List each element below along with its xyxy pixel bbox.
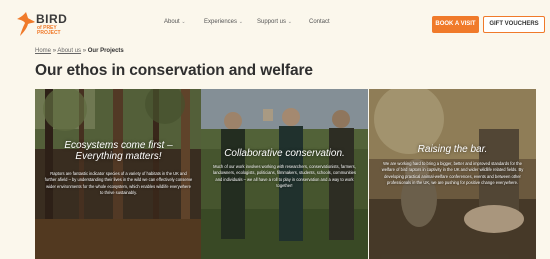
breadcrumb-home[interactable]: Home bbox=[35, 48, 51, 54]
card-ecosystems: Ecosystems come first – Everything matte… bbox=[35, 89, 202, 259]
nav-experiences-label: Experiences bbox=[204, 19, 238, 25]
page-title: Our ethos in conservation and welfare bbox=[35, 62, 313, 79]
card-heading: Collaborative conservation. bbox=[224, 148, 345, 159]
nav-support-us-label: Support us bbox=[257, 19, 287, 25]
card-heading: Ecosystems come first – Everything matte… bbox=[64, 140, 173, 162]
card-collaborative: Collaborative conservation. Much of our … bbox=[201, 89, 368, 259]
logo-wordmark: BIRD bbox=[36, 12, 68, 26]
card-heading: Raising the bar. bbox=[417, 144, 488, 155]
site-logo[interactable]: BIRD of PREY PROJECT bbox=[16, 10, 78, 40]
nav-contact-label: Contact bbox=[309, 19, 330, 25]
nav-about-label: About bbox=[164, 19, 180, 25]
card-body: We are working hard to bring a bigger, b… bbox=[381, 161, 524, 185]
chevron-down-icon: ⌄ bbox=[287, 19, 292, 25]
bird-silhouette-icon bbox=[17, 12, 35, 36]
logo-subtitle: of PREY PROJECT bbox=[37, 25, 61, 36]
breadcrumb-current: Our Projects bbox=[87, 48, 124, 54]
site-header: BIRD of PREY PROJECT About ⌄ Experiences… bbox=[0, 0, 550, 46]
chevron-down-icon: ⌄ bbox=[238, 19, 243, 25]
breadcrumb-separator: » bbox=[52, 48, 57, 54]
breadcrumb: Home » About us » Our Projects bbox=[35, 48, 124, 54]
breadcrumb-separator: » bbox=[82, 48, 87, 54]
nav-experiences[interactable]: Experiences ⌄ bbox=[204, 19, 243, 25]
card-body: Raptors are fantastic indicator species … bbox=[44, 171, 193, 195]
gift-vouchers-button[interactable]: GIFT VOUCHERS bbox=[483, 16, 545, 33]
nav-contact[interactable]: Contact bbox=[309, 19, 330, 25]
breadcrumb-about-us[interactable]: About us bbox=[57, 48, 81, 54]
nav-about[interactable]: About ⌄ bbox=[164, 19, 186, 25]
nav-support-us[interactable]: Support us ⌄ bbox=[257, 19, 292, 25]
card-body: Much of our work involves working with r… bbox=[213, 164, 356, 188]
chevron-down-icon: ⌄ bbox=[181, 19, 186, 25]
book-a-visit-button[interactable]: BOOK A VISIT bbox=[432, 16, 479, 33]
card-raising-the-bar: Raising the bar. We are working hard to … bbox=[369, 89, 536, 259]
